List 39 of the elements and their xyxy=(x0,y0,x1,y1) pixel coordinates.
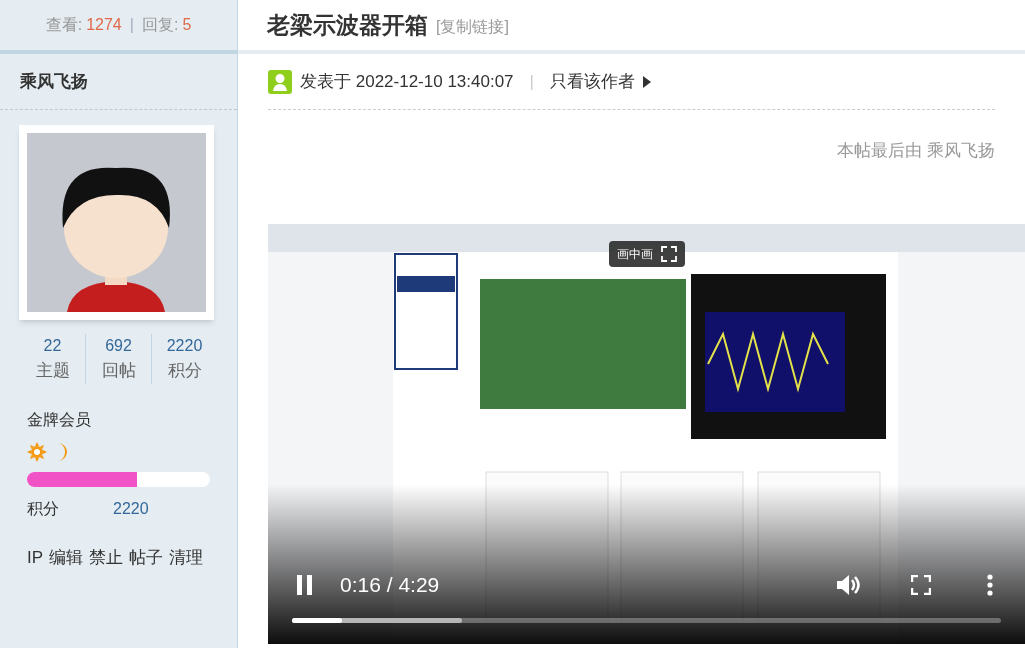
separator: | xyxy=(529,70,534,93)
fullscreen-icon xyxy=(911,575,931,595)
views-label: 查看: xyxy=(45,15,83,35)
pip-icon xyxy=(661,246,677,262)
pause-icon xyxy=(296,575,314,595)
fullscreen-button[interactable] xyxy=(911,575,931,595)
replies-label: 回复: xyxy=(141,15,179,35)
points-value: 2220 xyxy=(113,498,149,519)
count-label: 回帖 xyxy=(101,360,136,382)
pip-button[interactable]: 画中画 xyxy=(609,241,685,267)
more-icon xyxy=(987,574,993,596)
admin-link[interactable]: IP xyxy=(27,544,44,570)
video-time: 0:16 / 4:29 xyxy=(340,572,440,599)
member-rank: 金牌会员 xyxy=(27,409,92,430)
seek-bar[interactable] xyxy=(292,618,1001,623)
count-value[interactable]: 692 xyxy=(105,334,132,358)
volume-button[interactable] xyxy=(835,572,861,598)
triangle-icon xyxy=(643,75,651,88)
count-label: 积分 xyxy=(167,360,202,382)
thread-title: 老梁示波器开箱 xyxy=(267,10,428,40)
sun-icon xyxy=(27,441,47,462)
author-name[interactable]: 乘风飞扬 xyxy=(20,68,88,95)
user-icon xyxy=(268,69,292,94)
author-only-link[interactable]: 只看该作者 xyxy=(550,68,651,95)
admin-link[interactable]: 清理 xyxy=(169,544,204,570)
separator: | xyxy=(129,15,134,35)
count-value[interactable]: 22 xyxy=(43,334,62,358)
volume-icon xyxy=(835,572,861,598)
admin-link[interactable]: 帖子 xyxy=(129,544,164,570)
admin-link[interactable]: 编辑 xyxy=(49,544,84,570)
reply-count: 5 xyxy=(182,15,192,35)
more-button[interactable] xyxy=(987,574,993,596)
view-count: 1274 xyxy=(86,15,122,35)
post-date: 发表于 2022-12-10 13:40:07 xyxy=(300,70,514,93)
count-label: 主题 xyxy=(35,360,70,382)
admin-link[interactable]: 禁止 xyxy=(89,544,124,570)
points-label: 积分 xyxy=(27,498,60,519)
count-value[interactable]: 2220 xyxy=(166,334,203,358)
edit-note: 本帖最后由 乘风飞扬 xyxy=(837,140,995,162)
